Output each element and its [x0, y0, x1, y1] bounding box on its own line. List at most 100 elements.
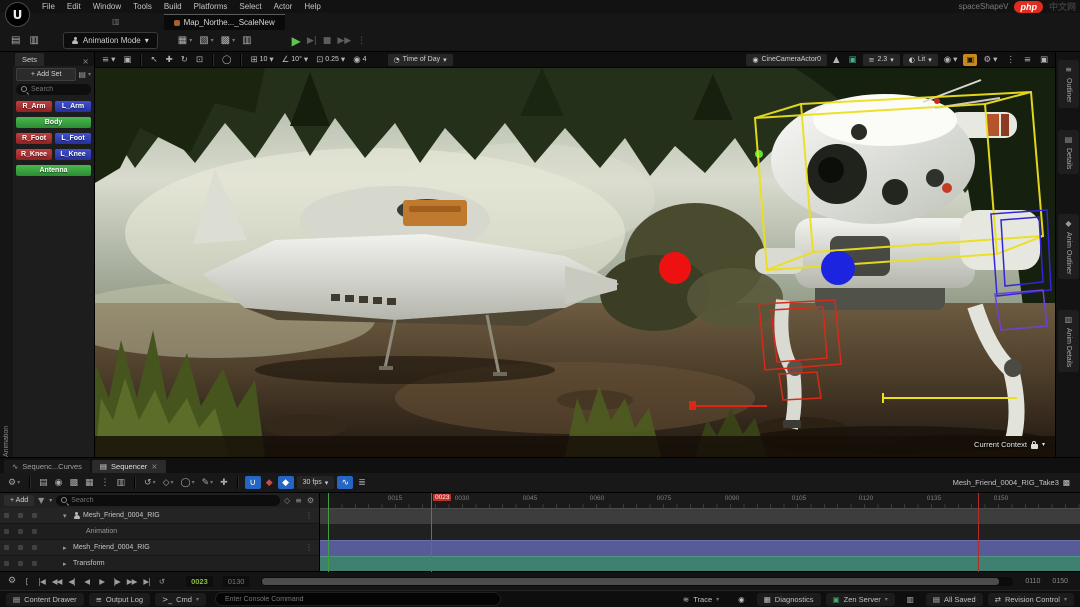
chevron-down-icon[interactable]: ▾ [48, 497, 53, 504]
time-of-day-button[interactable]: ◔ Time of Day ▾ [388, 54, 453, 66]
sets-search[interactable] [16, 84, 91, 95]
director-blueprint-icon[interactable]: ▦ [83, 475, 96, 490]
plugin-icon[interactable]: ▥ [900, 593, 921, 606]
view-range-end[interactable]: 0150 [1052, 578, 1068, 585]
crosshair-icon[interactable]: ✚ [218, 475, 230, 490]
sets-search-input[interactable] [31, 86, 87, 93]
step-back-button[interactable]: ◀| [65, 577, 78, 586]
editor-utility-button[interactable]: ▥ [239, 33, 254, 49]
menu-edit[interactable]: Edit [61, 2, 87, 11]
unreal-logo-icon[interactable]: U [5, 2, 30, 27]
track-row-rig-root[interactable]: ▾ Mesh_Friend_0004_RIG ⋮ [0, 508, 319, 524]
rig-button-antenna[interactable]: Antenna [16, 165, 91, 176]
scale-tool-icon[interactable]: ⊡ [193, 55, 206, 65]
curve-editor-toggle[interactable]: ∿ [337, 476, 353, 489]
keyframe-toggle[interactable]: ◆ [278, 476, 294, 489]
sidebar-tab-outliner[interactable]: ≡ Outliner [1058, 60, 1079, 108]
track-search-input[interactable] [71, 497, 276, 504]
tab-sequencer[interactable]: ▤ Sequencer × [92, 460, 166, 473]
playback-range-end-marker[interactable] [978, 493, 979, 572]
playback-range-start-marker[interactable] [328, 493, 329, 572]
panel-close-icon[interactable]: × [79, 57, 92, 66]
current-frame-field[interactable]: 0023 [186, 576, 213, 587]
sidebar-tab-anim-details[interactable]: ▥ Anim Details [1058, 310, 1079, 372]
trace-button[interactable]: ≋ Trace ▾ [676, 593, 726, 606]
sequencer-timeline[interactable]: 0015 0030 0045 0060 0075 0090 0105 0120 … [320, 493, 1080, 572]
rig-button-r-knee[interactable]: R_Knee [16, 149, 52, 160]
blueprints-button[interactable]: ▧▾ [196, 33, 216, 49]
sets-tab[interactable]: Sets [15, 53, 44, 66]
camera-speed-button[interactable]: ◉4 [350, 55, 369, 65]
rig-button-body[interactable]: Body [16, 117, 91, 128]
filter-icon[interactable]: ▼ [37, 496, 45, 505]
menu-platforms[interactable]: Platforms [188, 2, 234, 11]
pilot-indicator-icon[interactable]: ▣ [846, 55, 860, 65]
viewport-scene[interactable] [95, 68, 1055, 457]
viewport-maximize-icon[interactable]: ▣ [120, 55, 134, 65]
playhead[interactable] [431, 493, 432, 572]
stop-button[interactable]: ■ [323, 36, 332, 46]
sidebar-tab-details[interactable]: ▤ Details [1058, 130, 1079, 174]
viewport[interactable]: ≡▾ ▣ ↖ ✚ ↻ ⊡ ◯ ⊞10▾ ∠10°▾ ⊡0.25▾ ◉4 ◔ Ti… [95, 52, 1055, 457]
show-flags-icon[interactable]: ◉▾ [941, 55, 961, 65]
set-start-bracket-icon[interactable]: [ [20, 577, 33, 586]
scale-snap-toggle[interactable]: ⊡0.25▾ [313, 55, 348, 65]
autokey-toggle[interactable]: ◆ [264, 475, 275, 490]
actions-icon[interactable]: ▥ [115, 475, 128, 490]
play-button[interactable]: ▶ [292, 34, 301, 48]
menu-tools[interactable]: Tools [127, 2, 158, 11]
sequencer-options-icon[interactable]: ⚙▾ [6, 475, 22, 490]
rotate-tool-icon[interactable]: ↻ [178, 55, 191, 65]
menu-select[interactable]: Select [233, 2, 267, 11]
menu-window[interactable]: Window [87, 2, 127, 11]
timeline-scrollbar[interactable] [261, 577, 1013, 586]
fps-indicator-icon[interactable]: ◉ [731, 593, 752, 606]
play-forward-button[interactable]: ▶ [95, 577, 108, 586]
track-row-rig-child[interactable]: ▸ Mesh_Friend_0004_RIG ⋮ [0, 540, 319, 556]
transform-section-band[interactable] [320, 556, 1080, 572]
sidebar-tab-animation[interactable]: Animation [3, 62, 10, 457]
content-drawer-button[interactable]: ▤ Content Drawer [6, 593, 84, 606]
more-options-icon[interactable]: ⋮ [1003, 55, 1018, 65]
eject-camera-icon[interactable]: ▲ [830, 55, 843, 65]
scrollbar-handle[interactable] [262, 578, 999, 585]
save-sequence-icon[interactable]: ▤ [37, 475, 50, 490]
list-icon[interactable]: ≡ [294, 496, 303, 505]
rig-button-l-arm[interactable]: L_Arm [55, 101, 91, 112]
layout-icon[interactable]: ≡ [1021, 55, 1034, 65]
create-camera-icon[interactable]: ◉ [53, 475, 65, 490]
play-reverse-button[interactable]: ◀ [80, 577, 93, 586]
rotation-snap-toggle[interactable]: ∠10°▾ [279, 55, 312, 65]
diagnostics-button[interactable]: ▦ Diagnostics [757, 593, 821, 606]
more-icon[interactable]: ⋮ [99, 475, 112, 490]
world-space-toggle[interactable]: ◯ [219, 55, 235, 65]
viewport-options-icon[interactable]: ≡▾ [99, 55, 118, 65]
expander-closed-icon[interactable]: ▸ [63, 560, 70, 568]
grid-snap-toggle[interactable]: ⊞10▾ [247, 55, 276, 65]
frame-skip-button[interactable]: ▶| [307, 36, 317, 46]
jump-to-end-button[interactable]: ▶| [140, 577, 153, 586]
cinematics-button[interactable]: ▩▾ [218, 33, 238, 49]
move-tool-icon[interactable]: ✚ [163, 55, 176, 65]
track-row-transform[interactable]: ▸ Transform [0, 556, 319, 572]
sidebar-tab-anim-outliner[interactable]: ◆ Anim Outliner [1058, 214, 1079, 279]
secondary-frame-field[interactable]: 0130 [223, 576, 250, 587]
track-search[interactable] [56, 495, 280, 506]
rig-button-r-arm[interactable]: R_Arm [16, 101, 52, 112]
console-command-input[interactable] [223, 595, 493, 604]
world-icon[interactable]: ◯▾ [179, 475, 197, 490]
camera-actor-button[interactable]: ◉ CineCameraActor0 [746, 54, 827, 66]
add-section-icon[interactable]: ⋮ [305, 543, 313, 552]
menu-actor[interactable]: Actor [268, 2, 299, 11]
expander-open-icon[interactable]: ▾ [63, 512, 70, 520]
menu-build[interactable]: Build [158, 2, 188, 11]
menu-file[interactable]: File [36, 2, 61, 11]
filmback-button[interactable]: ≡ 2.3 ▾ [863, 54, 900, 66]
editor-mode-dropdown[interactable]: Animation Mode ▾ [63, 32, 158, 49]
add-section-icon[interactable]: ⋮ [305, 511, 313, 520]
output-log-button[interactable]: ≡ Output Log [89, 593, 150, 606]
playback-options-icon[interactable]: ⚙ [6, 574, 18, 589]
highlighted-mode-toggle[interactable]: ▣ [963, 54, 977, 66]
step-forward-button[interactable]: |▶ [110, 577, 123, 586]
chevron-down-icon[interactable]: ▾ [88, 71, 91, 78]
